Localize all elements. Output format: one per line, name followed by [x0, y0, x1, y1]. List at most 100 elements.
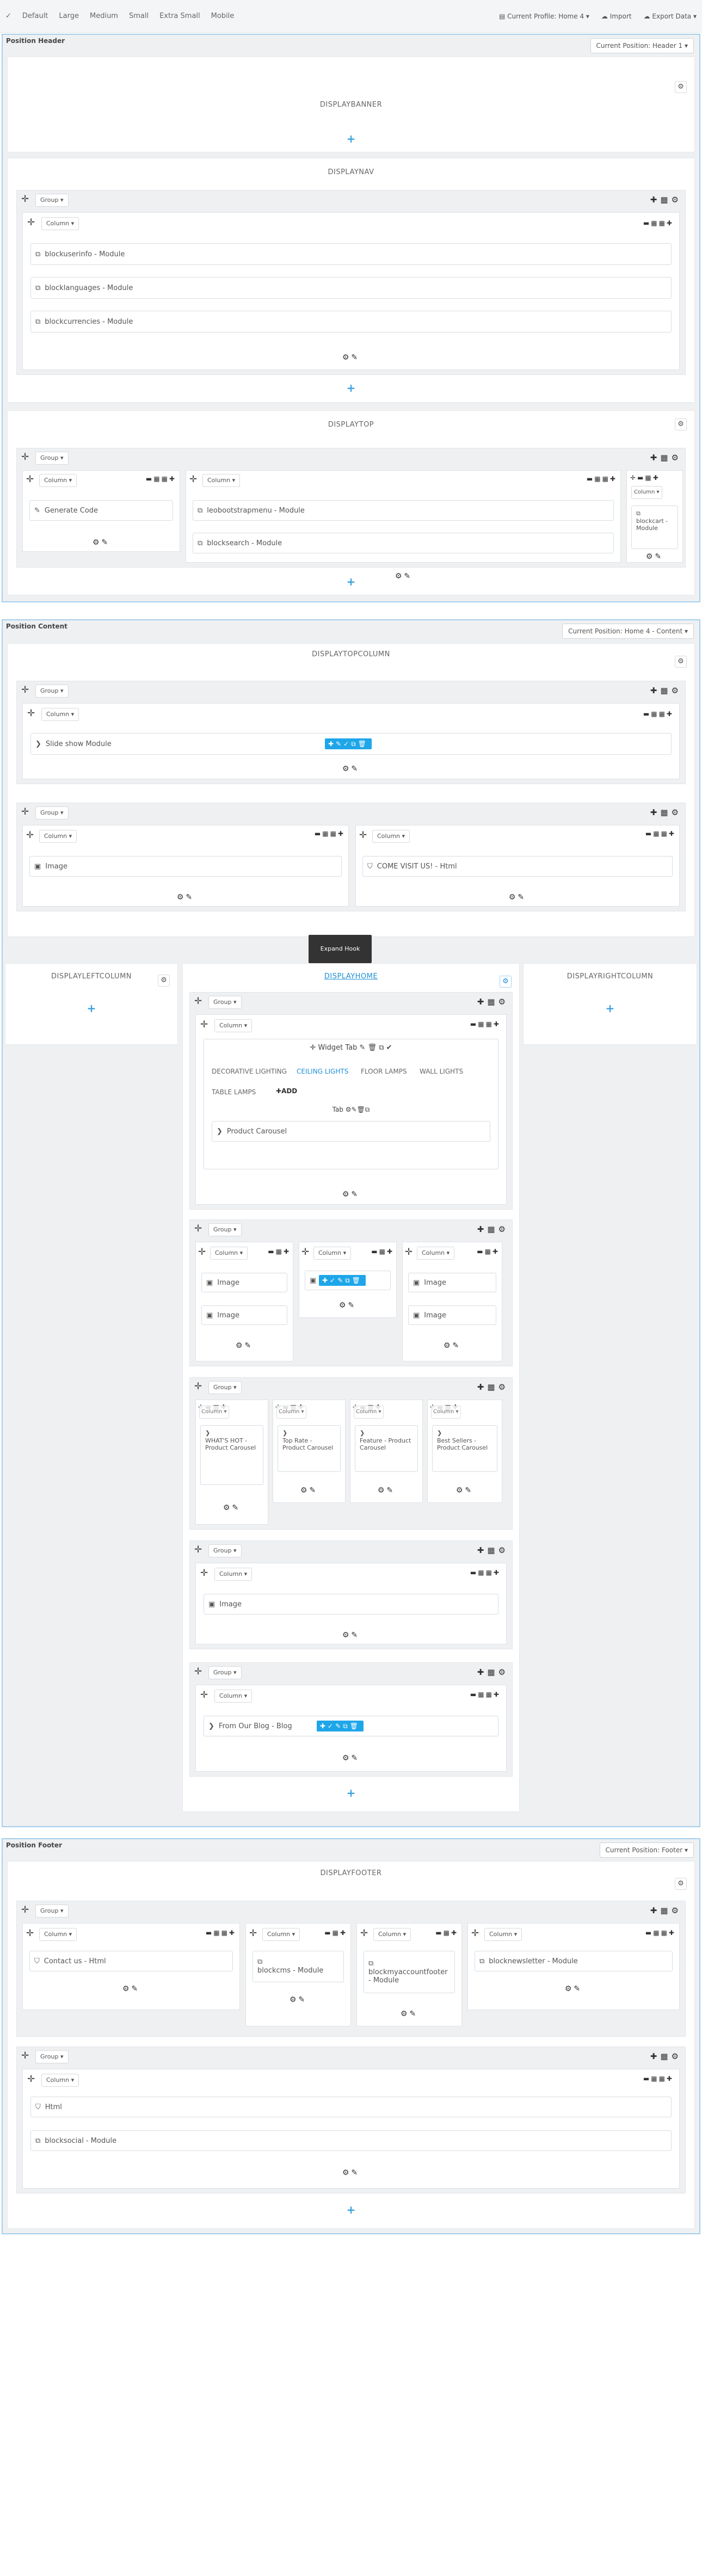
group-dropdown[interactable]: Group ▾ [208, 1381, 242, 1394]
column-footer-actions[interactable]: ⚙✎ [23, 2168, 679, 2177]
import-button[interactable]: ☁ Import [601, 13, 632, 20]
widget-product-carousel[interactable]: ❯ Product Carousel [212, 1121, 490, 1142]
column-dropdown[interactable]: Column ▾ [199, 1406, 229, 1419]
column-actions[interactable]: ▬▦✚ [371, 1248, 394, 1255]
move-icon[interactable]: ✛ [21, 452, 29, 463]
move-icon[interactable]: ✛ [301, 1247, 309, 1258]
group-actions[interactable]: ✚▦⚙ [477, 1224, 509, 1234]
move-icon[interactable]: ✛ [249, 1928, 257, 1939]
column-footer-actions[interactable]: ⚙✎ [627, 552, 682, 561]
column-footer-actions[interactable]: ⚙✎ [196, 1503, 268, 1512]
size-medium[interactable]: Medium [90, 12, 118, 20]
column-footer-actions[interactable]: ⚙✎ [356, 893, 679, 902]
move-icon[interactable]: ✛ [200, 1690, 208, 1700]
group-dropdown[interactable]: Group ▾ [35, 1905, 69, 1918]
move-icon[interactable]: ✛ [194, 1381, 202, 1392]
column-footer-actions[interactable]: ⚙✎ [246, 1995, 350, 2004]
size-large[interactable]: Large [59, 12, 79, 20]
move-icon[interactable]: ✛ [21, 194, 29, 205]
widget-feature-carousel[interactable]: ❯ Feature - Product Carousel [355, 1425, 418, 1472]
size-small[interactable]: Small [129, 12, 149, 20]
size-extra-small[interactable]: Extra Small [159, 12, 200, 20]
module-blockmyaccountfooter[interactable]: ⧉ blockmyaccountfooter - Module [364, 1951, 455, 1993]
move-icon[interactable]: ✛ [189, 474, 197, 485]
gear-icon[interactable]: ⚙ [158, 975, 170, 987]
position-select[interactable]: Current Position: Home 4 - Content ▾ [562, 624, 694, 639]
position-select[interactable]: Current Position: Header 1 ▾ [590, 38, 694, 53]
move-icon[interactable]: ✛ [21, 806, 29, 817]
column-actions[interactable]: ▬▦▦✚ [146, 475, 176, 483]
position-select[interactable]: Current Position: Footer ▾ [599, 1842, 694, 1858]
column-dropdown[interactable]: Column ▾ [214, 1019, 253, 1032]
column-dropdown[interactable]: Column ▾ [313, 1247, 352, 1260]
column-actions[interactable]: ▬▦✚ [477, 1248, 500, 1255]
group-actions[interactable]: ✚▦⚙ [477, 1545, 509, 1555]
widget-action-toolbar[interactable]: ✚✎✓⧉🗑 [325, 738, 372, 749]
add-group-button[interactable]: + [524, 1002, 697, 1015]
group-actions[interactable]: ✚▦⚙ [477, 1667, 509, 1677]
group-actions[interactable]: ✚▦⚙ [650, 195, 682, 205]
widget-tab-actions[interactable]: ✎ 🗑 ⧉ ✔ [357, 1044, 392, 1052]
column-dropdown[interactable]: Column ▾ [41, 708, 79, 721]
group-dropdown[interactable]: Group ▾ [35, 806, 69, 819]
column-actions[interactable]: ▬▦▦✚ [470, 1691, 501, 1698]
module-leobootstrapmenu[interactable]: ⧉ leobootstrapmenu - Module [193, 500, 614, 521]
column-actions[interactable]: ▬▦✚ [324, 1929, 347, 1937]
column-actions[interactable]: ▬▦▦✚ [643, 2075, 674, 2082]
column-footer-actions[interactable]: ⚙✎ [468, 1985, 679, 1993]
move-icon[interactable]: ✛ [359, 830, 367, 841]
widget-whats-hot-carousel[interactable]: ❯ WHAT'S HOT - Product Carousel [200, 1425, 263, 1485]
widget-generate-code[interactable]: ✎ Generate Code [29, 500, 173, 521]
add-group-button[interactable]: + [183, 1786, 519, 1799]
widget-image[interactable]: ▣ Image [408, 1273, 496, 1292]
module-blockcart[interactable]: ⧉ blockcart - Module [631, 506, 678, 549]
column-dropdown[interactable]: Column ▾ [372, 830, 410, 843]
group-actions[interactable]: ✚▦⚙ [650, 686, 682, 695]
gear-icon[interactable]: ⚙ [675, 418, 687, 430]
widget-image[interactable]: ▣ Image [29, 856, 342, 877]
column-dropdown[interactable]: Column ▾ [262, 1928, 300, 1941]
group-dropdown[interactable]: Group ▾ [35, 685, 69, 698]
group-actions[interactable]: ✚▦⚙ [650, 453, 682, 463]
tab-decorative-lighting[interactable]: DECORATIVE LIGHTING [212, 1068, 287, 1075]
widget-top-rate-carousel[interactable]: ❯ Top Rate - Product Carousel [278, 1425, 341, 1472]
widget-action-toolbar[interactable]: ✚✓✎⧉🗑 [319, 1275, 366, 1286]
add-group-button[interactable]: + [8, 381, 694, 395]
column-footer-actions[interactable]: ⚙✎ [196, 1341, 293, 1350]
column-dropdown[interactable]: Column ▾ [39, 830, 77, 843]
widget-image[interactable]: ▣ Image [408, 1305, 496, 1325]
widget-best-sellers-carousel[interactable]: ❯ Best Sellers - Product Carousel [432, 1425, 497, 1472]
export-button[interactable]: ☁ Export Data ▾ [644, 13, 697, 20]
group-actions[interactable]: ✚▦⚙ [650, 2051, 682, 2061]
add-tab-button[interactable]: ✚ADD [276, 1087, 297, 1095]
module-blockuserinfo[interactable]: ⧉ blockuserinfo - Module [30, 243, 672, 265]
column-footer-actions[interactable]: ⚙✎ [196, 1754, 506, 1762]
move-icon[interactable]: ✛ [26, 830, 34, 841]
group-dropdown[interactable]: Group ▾ [35, 452, 69, 465]
column-footer-actions[interactable]: ⚙✎ [299, 1301, 396, 1310]
move-icon[interactable]: ✛ [21, 685, 29, 695]
widget-action-toolbar[interactable]: ✚✓✎⧉🗑 [317, 1721, 364, 1731]
column-dropdown[interactable]: Column ▾ [354, 1406, 384, 1419]
add-group-button[interactable]: + [8, 132, 694, 145]
module-blocksocial[interactable]: ⧉ blocksocial - Module [30, 2130, 672, 2151]
size-mobile[interactable]: Mobile [211, 12, 235, 20]
tab-wall-lights[interactable]: WALL LIGHTS [420, 1068, 463, 1075]
gear-icon[interactable]: ⚙ [675, 1878, 687, 1890]
column-footer-actions[interactable]: ⚙✎ [23, 353, 679, 362]
group-actions[interactable]: ✚▦⚙ [650, 1906, 682, 1915]
column-actions[interactable]: ▬▦▦✚ [645, 1929, 676, 1937]
module-blocksearch[interactable]: ⧉ blocksearch - Module [193, 533, 614, 553]
tab-floor-lamps[interactable]: FLOOR LAMPS [361, 1068, 407, 1075]
column-footer-actions[interactable]: ⚙✎ [23, 765, 679, 773]
widget-html[interactable]: ⛉ Html [30, 2097, 672, 2117]
check-icon[interactable]: ✓ [5, 12, 11, 20]
column-dropdown[interactable]: Column ▾ [39, 1928, 77, 1941]
column-dropdown[interactable]: Column ▾ [214, 1690, 253, 1703]
gear-icon[interactable]: ⚙ [675, 81, 687, 93]
widget-come-visit-us[interactable]: ⛉ COME VISIT US! - Html [362, 856, 673, 877]
column-dropdown[interactable]: Column ▾ [41, 217, 79, 230]
move-icon[interactable]: ✛ [194, 1223, 202, 1234]
module-blockcms[interactable]: ⧉ blockcms - Module [253, 1951, 344, 1982]
column-actions[interactable]: ▬▦▦✚ [643, 710, 674, 718]
